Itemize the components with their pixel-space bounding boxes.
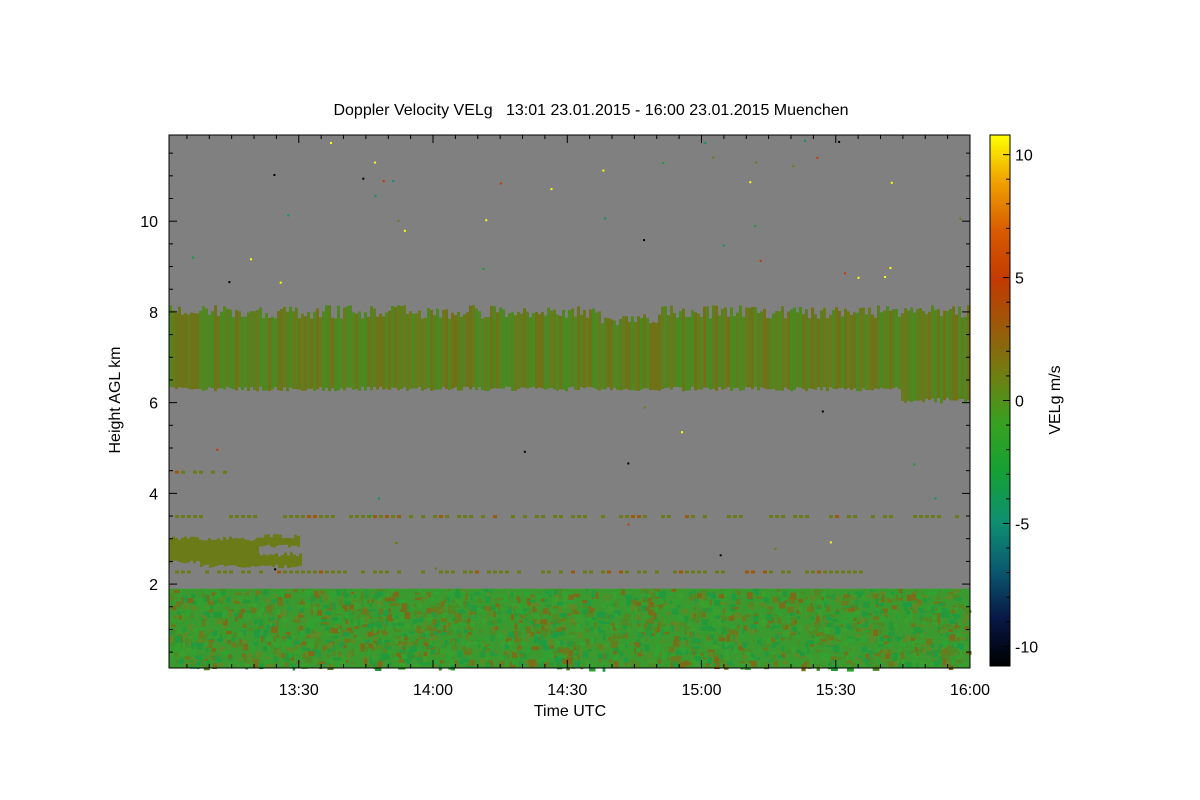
colorbar-tick-label: 10 (1015, 148, 1033, 165)
x-tick-label: 13:30 (279, 682, 319, 699)
chart-title: Doppler Velocity VELg 13:01 23.01.2015 -… (333, 102, 848, 119)
colorbar: -10 -5 0 5 10 (989, 134, 1038, 667)
colorbar-label: VELg m/s (1047, 365, 1064, 434)
x-tick-label: 16:00 (950, 682, 990, 699)
colorbar-tick-label: 0 (1015, 394, 1024, 411)
y-tick-label: 4 (149, 486, 158, 503)
y-tick-label: 2 (149, 577, 158, 594)
x-tick-label: 15:30 (816, 682, 856, 699)
x-tick-label: 14:00 (413, 682, 453, 699)
plot-area (168, 134, 972, 672)
x-axis-label: Time UTC (534, 703, 606, 720)
colorbar-tick-label: -5 (1015, 516, 1029, 533)
colorbar-tick-label: 5 (1015, 271, 1024, 288)
y-tick-label: 10 (140, 214, 158, 231)
x-tick-label: 14:30 (547, 682, 587, 699)
y-tick-label: 6 (149, 396, 158, 413)
y-tick-label: 8 (149, 305, 158, 322)
x-tick-label: 15:00 (681, 682, 721, 699)
y-axis-label: Height AGL km (107, 346, 124, 453)
doppler-velocity-chart: Doppler Velocity VELg 13:01 23.01.2015 -… (107, 102, 1064, 720)
colorbar-tick-label: -10 (1015, 639, 1038, 656)
